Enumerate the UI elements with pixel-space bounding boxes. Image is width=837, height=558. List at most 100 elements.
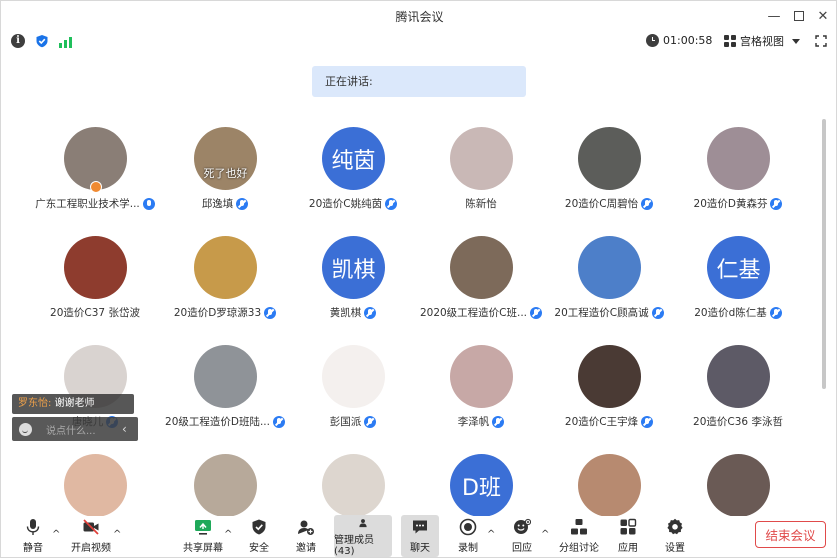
- breakout-rooms-label: 分组讨论: [559, 543, 599, 554]
- participant-avatar: 纯茵: [322, 127, 385, 190]
- mute-button[interactable]: 静音: [17, 515, 49, 557]
- participant-avatar: [64, 454, 127, 516]
- collapse-chevron-icon[interactable]: ‹: [122, 422, 127, 436]
- mic-muted-icon: [364, 306, 377, 319]
- participant-tile[interactable]: [31, 453, 159, 516]
- record-options-chevron-icon[interactable]: ^: [487, 529, 495, 540]
- shield-icon[interactable]: [35, 34, 49, 48]
- participant-avatar: D班: [450, 454, 513, 516]
- participant-tile[interactable]: [161, 453, 289, 516]
- grid-scrollbar[interactable]: [822, 119, 826, 389]
- record-label: 录制: [458, 543, 478, 554]
- mic-muted-icon: [264, 306, 277, 319]
- record-button[interactable]: 录制: [454, 515, 482, 557]
- participant-tile[interactable]: 20造价C王宇烽: [545, 344, 673, 449]
- participant-tile[interactable]: 20造价D罗琼源33: [161, 235, 289, 340]
- participant-tile[interactable]: 广东工程职业技术学...: [31, 126, 159, 231]
- members-icon: [359, 519, 367, 528]
- view-mode-dropdown[interactable]: 宫格视图: [724, 33, 800, 49]
- apps-button[interactable]: 应用: [614, 515, 642, 557]
- close-button[interactable]: ✕: [808, 1, 837, 31]
- participant-name-row: 20工程造价C顾高诚: [535, 305, 683, 320]
- participant-tile[interactable]: 2020级工程造价C班...: [417, 235, 545, 340]
- speaking-indicator: 正在讲话:: [312, 66, 526, 97]
- participant-tile[interactable]: [289, 453, 417, 516]
- signal-icon[interactable]: [59, 34, 73, 48]
- shield-icon: [252, 519, 266, 535]
- mute-label: 静音: [23, 543, 43, 554]
- grid-view-icon: [724, 35, 736, 47]
- chevron-down-icon: [792, 38, 800, 44]
- participant-tile[interactable]: 纯茵 20造价C姚纯茵: [289, 126, 417, 231]
- participant-name: 20造价C周碧怡: [564, 198, 639, 210]
- participant-tile[interactable]: 李泽帆: [417, 344, 545, 449]
- participant-name-row: 20造价C王宇烽: [535, 414, 683, 429]
- mic-muted-icon: [492, 415, 505, 428]
- participant-name: 20级工程造价D班陆...: [165, 416, 270, 428]
- share-options-chevron-icon[interactable]: ^: [224, 529, 232, 540]
- participant-tile[interactable]: 20造价C36 李泳哲: [674, 344, 802, 449]
- chat-quick-input[interactable]: 说点什么... ‹: [12, 417, 138, 441]
- participant-name: 20造价C36 李泳哲: [693, 416, 783, 428]
- maximize-icon: [794, 11, 804, 21]
- participant-name-row: 20造价C37 张岱波: [31, 305, 169, 320]
- chat-label: 聊天: [410, 543, 430, 554]
- chat-input-placeholder[interactable]: 说点什么...: [46, 422, 108, 437]
- chat-button[interactable]: 聊天: [401, 515, 439, 557]
- info-icon[interactable]: i: [11, 34, 25, 48]
- end-meeting-button[interactable]: 结束会议: [755, 521, 826, 548]
- meeting-timer: 01:00:58: [646, 34, 712, 47]
- participant-avatar: [322, 345, 385, 408]
- reactions-button[interactable]: 回应: [508, 515, 536, 557]
- participant-avatar: [194, 345, 257, 408]
- participant-tile[interactable]: 彭国派: [289, 344, 417, 449]
- participant-tile[interactable]: 20造价C37 张岱波: [31, 235, 159, 340]
- participant-avatar: 死了也好: [194, 127, 257, 190]
- share-screen-icon: [195, 520, 211, 535]
- participant-tile[interactable]: [674, 453, 802, 516]
- participant-name-row: 20造价d陈仁基: [664, 305, 811, 320]
- participant-tile[interactable]: 20造价D黄森芬: [674, 126, 802, 231]
- gear-icon: [667, 518, 683, 535]
- participant-tile[interactable]: 20工程造价C顾高诚: [545, 235, 673, 340]
- reactions-options-chevron-icon[interactable]: ^: [541, 529, 549, 540]
- participant-grid: 广东工程职业技术学... 死了也好 邱逸填 纯茵 20造价C姚纯茵 陈新怡 20造价C周碧怡…: [31, 126, 811, 516]
- settings-button[interactable]: 设置: [661, 515, 689, 557]
- mic-muted-icon: [364, 415, 377, 428]
- participant-name: 20造价C王宇烽: [564, 416, 639, 428]
- window-title: 腾讯会议: [395, 9, 444, 24]
- settings-label: 设置: [665, 543, 685, 554]
- participant-tile[interactable]: 仁基 20造价d陈仁基: [674, 235, 802, 340]
- security-button[interactable]: 安全: [245, 515, 273, 557]
- participant-tile[interactable]: 凯棋 黄凯棋: [289, 235, 417, 340]
- breakout-rooms-icon: [571, 519, 587, 535]
- mic-muted-icon: [641, 197, 654, 210]
- participant-avatar: [578, 345, 641, 408]
- participant-name: 20工程造价C顾高诚: [554, 307, 649, 319]
- participant-name: 20造价d陈仁基: [694, 307, 767, 319]
- breakout-rooms-button[interactable]: 分组讨论: [557, 515, 601, 557]
- apps-grid-icon: [620, 518, 637, 535]
- manage-members-button[interactable]: 管理成员(43): [334, 515, 392, 557]
- participant-name: 陈新怡: [465, 198, 497, 210]
- participant-name: 黄凯棋: [329, 307, 362, 319]
- participant-tile[interactable]: D班: [417, 453, 545, 516]
- participant-avatar: [450, 236, 513, 299]
- bottom-toolbar: 静音 ^ 开启视频 ^ 共享屏幕 ^ 安全 邀请 管理成员(43) 聊天 录制 …: [1, 511, 837, 558]
- participant-tile[interactable]: 死了也好 邱逸填: [161, 126, 289, 231]
- video-options-chevron-icon[interactable]: ^: [113, 529, 121, 540]
- participant-tile[interactable]: 陈新怡: [417, 126, 545, 231]
- invite-button[interactable]: 邀请: [292, 515, 320, 557]
- participant-tile[interactable]: [545, 453, 673, 516]
- video-off-icon: [83, 519, 99, 535]
- share-screen-button[interactable]: 共享屏幕: [181, 515, 225, 557]
- participant-avatar: [450, 127, 513, 190]
- security-label: 安全: [249, 543, 269, 554]
- fullscreen-icon[interactable]: [815, 35, 827, 47]
- mute-options-chevron-icon[interactable]: ^: [52, 529, 60, 540]
- emoji-icon[interactable]: [19, 422, 32, 436]
- participant-tile[interactable]: 20级工程造价D班陆...: [161, 344, 289, 449]
- participant-tile[interactable]: 20造价C周碧怡: [545, 126, 673, 231]
- info-bar: i 01:00:58 宫格视图: [1, 31, 837, 53]
- start-video-button[interactable]: 开启视频: [69, 515, 113, 557]
